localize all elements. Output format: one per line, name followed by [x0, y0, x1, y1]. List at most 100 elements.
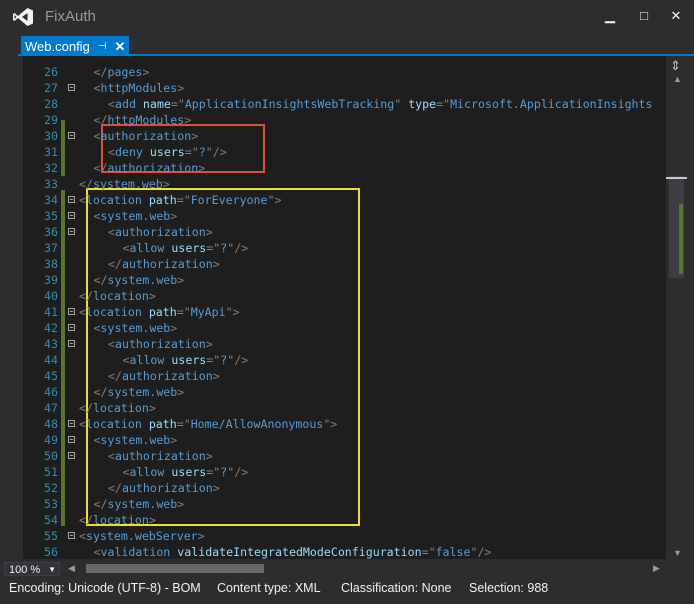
maximize-button[interactable]: □	[632, 6, 656, 26]
collapse-icon[interactable]	[68, 308, 75, 315]
code-line[interactable]: 36 <authorization>	[23, 224, 666, 240]
code-token: >	[212, 369, 220, 383]
code-line[interactable]: 33 </system.web>	[23, 176, 666, 192]
code-token: >	[142, 65, 150, 79]
code-line[interactable]: 55 <system.webServer>	[23, 528, 666, 544]
scroll-up-icon[interactable]: ▲	[673, 74, 682, 84]
collapse-icon[interactable]	[68, 420, 75, 427]
code-line[interactable]: 38 </authorization>	[23, 256, 666, 272]
collapse-icon[interactable]	[68, 84, 75, 91]
line-number: 31	[44, 145, 58, 159]
code-text: <add name="ApplicationInsightsWebTrackin…	[108, 96, 653, 112]
split-window-icon[interactable]: ⇕	[670, 58, 681, 74]
code-text: </system.web>	[94, 272, 185, 288]
code-text: </authorization>	[108, 256, 220, 272]
code-token: ="	[436, 97, 451, 111]
code-line[interactable]: 52 </authorization>	[23, 480, 666, 496]
tab-label: Web.config	[25, 38, 90, 54]
code-line[interactable]: 28 <add name="ApplicationInsightsWebTrack…	[23, 96, 666, 112]
code-token: >	[170, 209, 178, 223]
code-line[interactable]: 31 <deny users="?"/>	[23, 144, 666, 160]
collapse-icon[interactable]	[68, 452, 75, 459]
status-content-type: Content type: XML	[217, 581, 321, 595]
code-editor[interactable]: 26 </pages> 27 <httpModules> 28 <add name="Ap…	[23, 56, 666, 559]
collapse-icon[interactable]	[68, 324, 75, 331]
code-line[interactable]: 48 <location path="Home/AllowAnonymous">	[23, 416, 666, 432]
code-token: ="	[421, 545, 436, 559]
code-line[interactable]: 30 <authorization>	[23, 128, 666, 144]
code-text: <validation validateIntegratedModeConfig…	[94, 544, 492, 559]
code-line[interactable]: 45 </authorization>	[23, 368, 666, 384]
code-text: </pages>	[94, 64, 150, 80]
code-token: </	[79, 401, 93, 415]
change-marker	[679, 204, 683, 274]
code-token: ="	[170, 97, 185, 111]
code-text: <allow users="?"/>	[123, 352, 249, 368]
code-line[interactable]: 47 </location>	[23, 400, 666, 416]
code-token: ApplicationInsightsWebTracking	[184, 97, 395, 111]
code-line[interactable]: 51 <allow users="?"/>	[23, 464, 666, 480]
code-line[interactable]: 56 <validation validateIntegratedModeConf…	[23, 544, 666, 559]
code-text: </system.web>	[79, 176, 170, 192]
code-line[interactable]: 44 <allow users="?"/>	[23, 352, 666, 368]
code-line[interactable]: 27 <httpModules>	[23, 80, 666, 96]
code-text: </location>	[79, 288, 156, 304]
close-tab-icon[interactable]: ✕	[115, 37, 126, 56]
code-line[interactable]: 50 <authorization>	[23, 448, 666, 464]
code-token: </	[108, 257, 122, 271]
code-line[interactable]: 35 <system.web>	[23, 208, 666, 224]
collapse-icon[interactable]	[68, 132, 75, 139]
code-line[interactable]: 53 </system.web>	[23, 496, 666, 512]
collapse-icon[interactable]	[68, 340, 75, 347]
code-token: system.web	[107, 497, 178, 511]
code-line[interactable]: 37 <allow users="?"/>	[23, 240, 666, 256]
code-token: authorization	[100, 129, 192, 143]
line-number: 51	[44, 465, 58, 479]
code-token: type	[408, 97, 437, 111]
status-selection: Selection: 988	[469, 581, 549, 595]
line-number: 32	[44, 161, 58, 175]
tab-web-config[interactable]: Web.config ⊣ ✕	[21, 36, 130, 56]
code-token: >	[177, 385, 185, 399]
close-window-button[interactable]: ✕	[664, 6, 688, 26]
code-line[interactable]: 46 </system.web>	[23, 384, 666, 400]
code-token: ">	[225, 305, 240, 319]
horizontal-scroll-thumb[interactable]	[86, 564, 264, 573]
code-line[interactable]: 29 </httpModules>	[23, 112, 666, 128]
vertical-scrollbar[interactable]	[666, 56, 687, 559]
code-line[interactable]: 34 <location path="ForEveryone">	[23, 192, 666, 208]
code-token: >	[212, 257, 220, 271]
code-token: system.webServer	[85, 529, 198, 543]
code-text: <allow users="?"/>	[123, 240, 249, 256]
code-line[interactable]: 49 <system.web>	[23, 432, 666, 448]
collapse-icon[interactable]	[68, 212, 75, 219]
code-line[interactable]: 54 </location>	[23, 512, 666, 528]
zoom-dropdown[interactable]: 100 % ▼	[4, 562, 60, 576]
code-token: location	[92, 401, 149, 415]
collapse-icon[interactable]	[68, 532, 75, 539]
scroll-left-icon[interactable]: ◀	[68, 563, 75, 574]
code-line[interactable]: 41 <location path="MyApi">	[23, 304, 666, 320]
code-line[interactable]: 32 </authorization>	[23, 160, 666, 176]
code-token: location	[85, 417, 142, 431]
code-line[interactable]: 26 </pages>	[23, 64, 666, 80]
minimize-button[interactable]: ▁	[598, 6, 622, 26]
scroll-right-icon[interactable]: ▶	[653, 563, 660, 574]
line-number: 52	[44, 481, 58, 495]
code-token: </	[93, 385, 108, 399]
pin-icon[interactable]: ⊣	[98, 37, 107, 56]
code-token: </	[93, 161, 108, 175]
code-line[interactable]: 43 <authorization>	[23, 336, 666, 352]
code-line[interactable]: 39 </system.web>	[23, 272, 666, 288]
code-line[interactable]: 42 <system.web>	[23, 320, 666, 336]
scroll-down-icon[interactable]: ▼	[673, 548, 682, 558]
collapse-icon[interactable]	[68, 228, 75, 235]
collapse-icon[interactable]	[68, 436, 75, 443]
code-token: ="	[206, 241, 221, 255]
code-line[interactable]: 40 </location>	[23, 288, 666, 304]
collapse-icon[interactable]	[68, 196, 75, 203]
code-token: path	[148, 305, 177, 319]
visual-studio-logo-icon	[13, 8, 33, 26]
code-token: authorization	[121, 257, 213, 271]
code-token: validateIntegratedModeConfiguration	[177, 545, 422, 559]
